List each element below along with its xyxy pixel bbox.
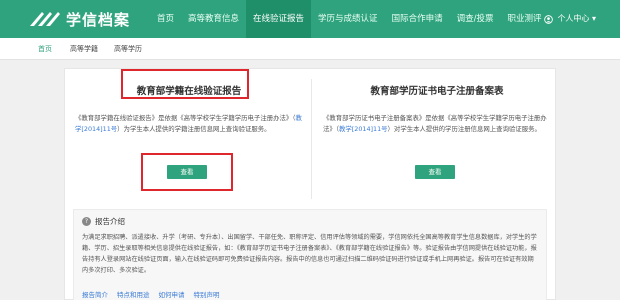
user-center-menu[interactable]: 个人中心 ▾ [544,0,596,38]
top-navigation-bar: 学信档案 首页 高等教育信息 在线验证报告 学历与成绩认证 国际合作申请 调查/… [0,0,620,38]
degree-record-text-b: ）对学生本人提供的学历注册信息网上查询验证服务。 [387,125,541,133]
degree-record-doc-link[interactable]: 教学[2014]11号 [339,125,388,133]
user-center-label: 个人中心 ▾ [557,14,596,23]
link-report-overview[interactable]: 报告简介 [82,289,108,299]
info-icon: ? [82,217,91,226]
logo-text: 学信档案 [66,10,131,29]
subnav-home[interactable]: 首页 [38,38,52,60]
status-report-text-a: 《教育部学籍在线验证报告》是依据《高等学校学生学籍学历电子注册办法》（ [75,114,296,122]
nav-item-higher-education-info[interactable]: 高等教育信息 [181,0,246,38]
degree-record-description: 《教育部学历证书电子注册备案表》是依据《高等学校学生学籍学历电子注册办法》（教学… [323,113,551,135]
report-intro-title: 报告介绍 [95,217,125,226]
column-divider [311,79,312,199]
book-logo-icon [30,12,60,26]
link-special-statement[interactable]: 特别声明 [194,289,220,299]
nav-item-career-assessment[interactable]: 职业测评 [500,0,548,38]
user-icon [544,14,554,24]
report-card: 教育部学籍在线验证报告 《教育部学籍在线验证报告》是依据《高等学校学生学籍学历电… [64,68,556,300]
link-features-uses[interactable]: 特点和用途 [117,289,150,299]
report-intro-panel: ? 报告介绍 为满足求职招聘、派遣接收、升学（考研、专升本）、出国留学、干部任免… [73,209,547,300]
subnav-higher-status[interactable]: 高等学籍 [70,38,98,60]
nav-item-survey-vote[interactable]: 调查/投票 [450,0,501,38]
view-degree-record-button[interactable]: 查看 [415,165,455,179]
nav-item-degree-transcript-certification[interactable]: 学历与成绩认证 [311,0,385,38]
red-highlight-title [121,69,249,99]
link-how-to-apply[interactable]: 如何申请 [159,289,185,299]
nav-item-home[interactable]: 首页 [150,0,181,38]
main-nav: 首页 高等教育信息 在线验证报告 学历与成绩认证 国际合作申请 调查/投票 职业… [150,0,548,38]
site-logo[interactable]: 学信档案 [28,8,130,30]
status-report-text-b: ）为学生本人提供的学籍注册信息网上查询验证服务。 [117,125,271,133]
nav-item-international-cooperation[interactable]: 国际合作申请 [385,0,450,38]
report-intro-heading: ? 报告介绍 [82,216,125,227]
sub-navigation-bar: 首页 高等学籍 高等学历 [0,38,620,60]
report-intro-text: 为满足求职招聘、派遣接收、升学（考研、专升本）、出国留学、干部任免、职称评定、信… [82,234,537,274]
red-highlight-button [141,153,233,191]
subnav-higher-degree[interactable]: 高等学历 [114,38,142,60]
report-intro-links: 报告简介 特点和用途 如何申请 特别声明 [82,289,229,299]
degree-record-title: 教育部学历证书电子注册备案表 [370,86,504,97]
status-report-description: 《教育部学籍在线验证报告》是依据《高等学校学生学籍学历电子注册办法》（教学[20… [75,113,303,135]
nav-item-online-verification-report[interactable]: 在线验证报告 [246,0,312,38]
